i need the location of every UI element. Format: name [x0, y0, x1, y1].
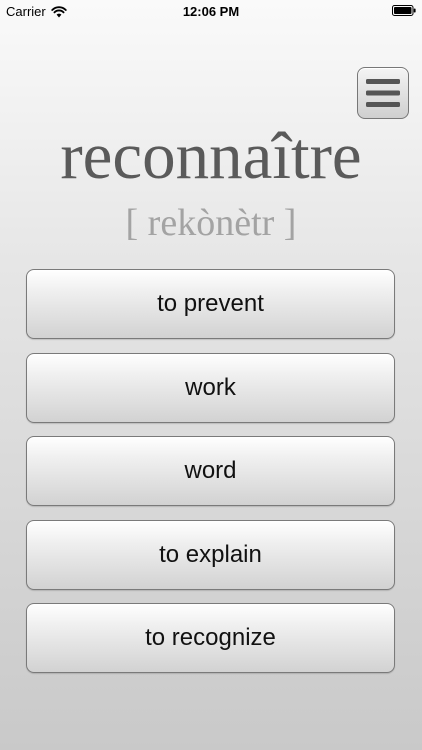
status-bar: Carrier 12:06 PM: [0, 0, 422, 24]
quiz-word: reconnaître: [60, 119, 362, 193]
answer-button-5[interactable]: to recognize: [26, 603, 395, 673]
answer-button-3[interactable]: word: [26, 436, 395, 506]
menu-button[interactable]: [357, 67, 409, 119]
battery-icon: [392, 5, 416, 16]
answer-button-1[interactable]: to prevent: [26, 269, 395, 339]
status-time: 12:06 PM: [182, 4, 240, 19]
quiz-pronunciation: [ rekònètr ]: [125, 202, 297, 244]
answer-button-4[interactable]: to explain: [26, 520, 395, 590]
hamburger-menu-icon: [366, 79, 400, 107]
answer-button-2[interactable]: work: [26, 353, 395, 423]
